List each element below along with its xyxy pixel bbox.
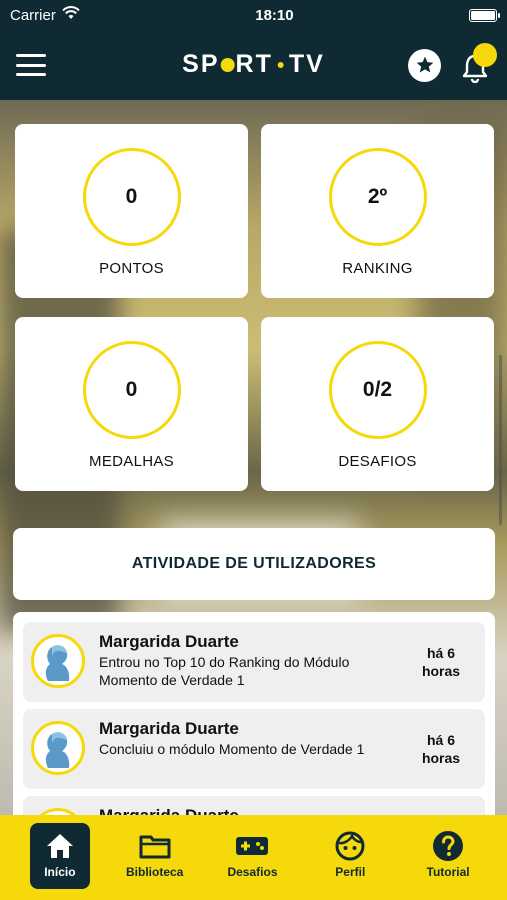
status-bar: Carrier 18:10 — [0, 0, 507, 30]
face-icon — [334, 829, 366, 863]
wifi-icon — [62, 6, 80, 24]
tab-label: Início — [44, 865, 76, 879]
activity-user-name: Margarida Duarte — [99, 719, 239, 738]
menu-icon[interactable] — [16, 54, 46, 76]
notification-badge — [473, 43, 497, 67]
battery-icon — [469, 8, 500, 22]
activity-user-name: Margarida Duarte — [99, 632, 239, 651]
tab-label: Tutorial — [426, 865, 470, 879]
main-content[interactable]: 0 PONTOS 2º RANKING 0 MEDALHAS 0/2 DESAF… — [0, 100, 507, 815]
stat-value: 0 — [82, 341, 181, 439]
tab-label: Biblioteca — [126, 865, 184, 879]
stat-card-challenges[interactable]: 0/2 DESAFIOS — [261, 317, 494, 491]
stat-value: 0 — [82, 148, 181, 246]
top-bar: Carrier 18:10 SP RT TV — [0, 0, 507, 100]
app-header: SP RT TV — [0, 30, 507, 100]
clock: 18:10 — [255, 6, 294, 24]
home-icon — [45, 829, 75, 863]
tab-desafios[interactable]: Desafios — [219, 823, 285, 889]
stat-label: DESAFIOS — [338, 453, 417, 470]
folder-icon — [139, 829, 171, 863]
activity-time: há 6 horas — [421, 645, 461, 679]
activity-section-title: ATIVIDADE DE UTILIZADORES — [13, 528, 495, 600]
stat-card-medals[interactable]: 0 MEDALHAS — [15, 317, 248, 491]
tab-inicio[interactable]: Início — [29, 823, 90, 889]
activity-user-name: Margarida Duarte — [99, 806, 409, 815]
stat-label: MEDALHAS — [89, 453, 174, 470]
stat-label: RANKING — [342, 260, 413, 277]
scrollbar[interactable] — [499, 355, 502, 525]
tab-label: Perfil — [335, 865, 366, 879]
bottom-tab-bar: Início Biblioteca Desafios Perfil Tutori… — [0, 815, 507, 900]
activity-list[interactable]: Margarida Duarte Entrou no Top 10 do Ran… — [13, 612, 495, 815]
gamepad-icon — [234, 829, 270, 863]
activity-description: Entrou no Top 10 do Ranking do Módulo Mo… — [99, 654, 350, 688]
activity-time: há 6 horas — [421, 732, 461, 766]
stat-card-points[interactable]: 0 PONTOS — [15, 124, 248, 298]
tab-tutorial[interactable]: Tutorial — [415, 823, 481, 889]
avatar — [31, 721, 85, 775]
carrier-label: Carrier — [10, 6, 56, 24]
sport-tv-logo: SP RT TV — [182, 50, 325, 78]
activity-description: Concluiu o módulo Momento de Verdade 1 — [99, 741, 365, 757]
tab-perfil[interactable]: Perfil — [317, 823, 383, 889]
tab-biblioteca[interactable]: Biblioteca — [122, 823, 188, 889]
activity-item[interactable]: Margarida Duarte Concluiu o módulo Momen… — [23, 709, 485, 789]
notifications-bell-icon[interactable] — [459, 43, 497, 83]
activity-item[interactable]: Margarida Duarte Entrou no Top 10 do Ran… — [23, 622, 485, 702]
tab-label: Desafios — [227, 865, 278, 879]
stat-card-ranking[interactable]: 2º RANKING — [261, 124, 494, 298]
avatar — [31, 634, 85, 688]
favorites-star-icon[interactable] — [408, 48, 441, 82]
stat-label: PONTOS — [99, 260, 164, 277]
stat-value: 2º — [328, 148, 427, 246]
activity-item[interactable]: Margarida Duarte — [23, 796, 485, 815]
help-icon — [432, 829, 464, 863]
avatar — [31, 808, 85, 815]
stat-value: 0/2 — [328, 341, 427, 439]
